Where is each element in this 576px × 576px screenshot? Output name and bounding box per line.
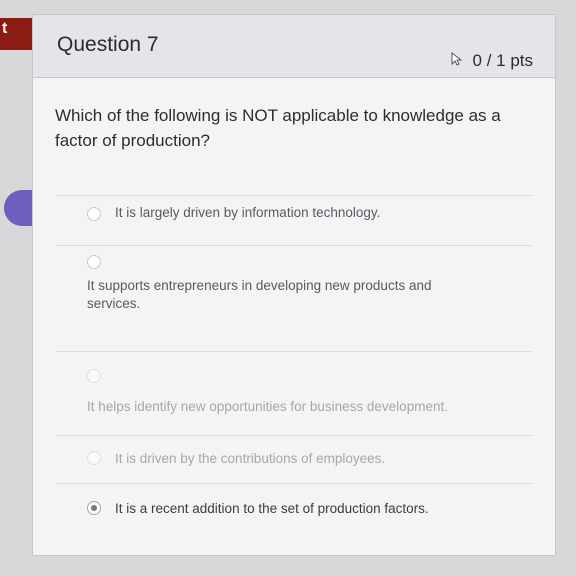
question-card: Question 7 0 / 1 pts Which of the follow… [32, 14, 556, 556]
question-title: Question 7 [57, 33, 159, 56]
side-nav-flag-label: t [2, 20, 8, 37]
answer-label: It is driven by the contributions of emp… [115, 451, 386, 466]
divider [55, 435, 533, 436]
question-header: Question 7 0 / 1 pts [33, 15, 555, 78]
divider [55, 351, 533, 352]
radio-button[interactable] [87, 451, 101, 465]
answer-label: It supports entrepreneurs in developing … [87, 278, 432, 311]
radio-button[interactable] [87, 207, 101, 221]
radio-button-selected[interactable] [87, 501, 101, 515]
answer-option-4[interactable]: It is driven by the contributions of emp… [87, 451, 507, 466]
divider [55, 483, 533, 484]
question-text: Which of the following is NOT applicable… [55, 106, 501, 150]
cursor-pointer-icon [451, 51, 463, 70]
divider [55, 245, 533, 246]
radio-button[interactable] [87, 369, 101, 383]
radio-button[interactable] [87, 255, 101, 269]
answer-option-2[interactable]: It supports entrepreneurs in developing … [87, 255, 487, 313]
answer-option-1[interactable]: It is largely driven by information tech… [87, 205, 517, 221]
answer-label: It is a recent addition to the set of pr… [115, 501, 429, 516]
divider [55, 195, 533, 196]
answer-option-3[interactable]: It helps identify new opportunities for … [87, 369, 507, 414]
answer-label: It is largely driven by information tech… [115, 205, 381, 220]
answer-label: It helps identify new opportunities for … [87, 399, 448, 414]
points-text: 0 / 1 pts [472, 51, 533, 70]
points-display: 0 / 1 pts [451, 51, 533, 71]
answer-option-5[interactable]: It is a recent addition to the set of pr… [87, 501, 517, 516]
